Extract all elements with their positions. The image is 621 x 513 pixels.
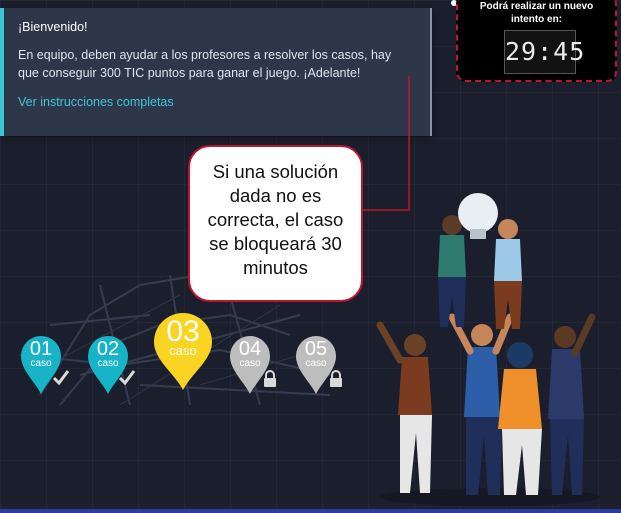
lock-warning-callout: Si una solución dada no es correcta, el …: [188, 145, 363, 302]
team-lightbulb-illustration: [376, 193, 600, 506]
case-number: 01: [29, 338, 53, 360]
instructions-link[interactable]: Ver instrucciones completas: [18, 95, 174, 109]
case-number: 02: [96, 338, 120, 360]
case-label: caso: [169, 343, 197, 358]
bottom-border: [0, 509, 621, 513]
retry-timer: Podrá realizar un nuevo intento en: 29:4…: [456, 0, 617, 82]
case-pin-02[interactable]: 02 caso: [85, 334, 131, 396]
case-pin-03[interactable]: 03 caso: [151, 312, 215, 392]
game-screen: ¡Bienvenido! En equipo, deben ayudar a l…: [0, 0, 621, 513]
callout-line-5: minutos: [243, 257, 308, 278]
case-number: 05: [304, 338, 328, 360]
welcome-title: ¡Bienvenido!: [18, 20, 88, 34]
callout-line-1: Si una solución: [212, 161, 339, 182]
callout-line-4: se bloqueará 30: [209, 233, 342, 254]
case-number: 04: [238, 338, 262, 360]
countdown-display: 29:45: [504, 30, 584, 74]
welcome-message-line-1: En equipo, deben ayudar a los profesores…: [18, 48, 392, 62]
timer-label: Podrá realizar un nuevo intento en:: [458, 0, 615, 26]
check-icon: [118, 370, 136, 386]
callout-text: Si una solución dada no es correcta, el …: [196, 160, 355, 280]
lock-icon: [330, 370, 342, 387]
case-label: caso: [305, 358, 327, 369]
callout-line-2: dada no es: [229, 185, 322, 206]
timer-label-line-1: Podrá realizar un nuevo: [479, 1, 594, 12]
case-number: 03: [166, 315, 200, 348]
callout-line-3: correcta, el caso: [207, 209, 344, 230]
lock-icon: [264, 370, 276, 387]
case-label: caso: [239, 358, 261, 369]
timer-label-line-2: intento en:: [510, 14, 563, 25]
case-pin-01[interactable]: 01 caso: [18, 334, 64, 396]
check-icon: [52, 370, 70, 386]
